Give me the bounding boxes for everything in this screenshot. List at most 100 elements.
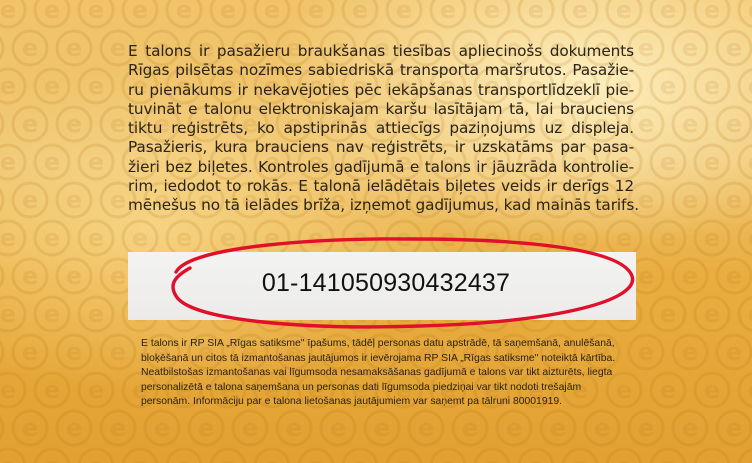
terms-line: tiktu reģistrēts, ko apstiprinās attiecī… <box>128 119 634 138</box>
ticket-terms-text: E talons ir pasažieru braukšanas tiesība… <box>128 42 639 216</box>
svg-text:e: e <box>22 186 38 214</box>
svg-text:e: e <box>682 414 698 442</box>
e-circle-pattern-icon: e <box>693 143 731 181</box>
svg-text:e: e <box>132 452 148 463</box>
e-circle-pattern-icon: e <box>77 371 115 409</box>
svg-text:e: e <box>44 148 60 176</box>
svg-text:e: e <box>748 72 752 100</box>
ticket-fine-print: E talons ir RP SIA „Rīgas satiksme" īpaš… <box>141 337 646 410</box>
e-circle-pattern-icon: e <box>561 447 599 463</box>
e-circle-pattern-icon: e <box>715 333 752 371</box>
e-circle-pattern-icon: e <box>297 219 335 257</box>
e-circle-pattern-icon: e <box>473 0 511 29</box>
svg-text:e: e <box>264 452 280 463</box>
svg-text:e: e <box>66 186 82 214</box>
svg-text:e: e <box>682 34 698 62</box>
svg-text:e: e <box>660 300 676 328</box>
fine-print-line: Neatbilstošas izmantošanas vai līgumsoda… <box>141 367 613 379</box>
svg-text:e: e <box>22 34 38 62</box>
svg-text:e: e <box>66 262 82 290</box>
e-circle-pattern-icon: e <box>385 0 423 29</box>
svg-text:e: e <box>44 376 60 404</box>
terms-line: mēnešus no tā ielādes brīža, izņemot gad… <box>128 196 639 215</box>
svg-text:e: e <box>374 414 390 442</box>
svg-text:e: e <box>176 452 192 463</box>
e-circle-pattern-icon: e <box>517 219 555 257</box>
e-circle-pattern-icon: e <box>297 447 335 463</box>
e-circle-pattern-icon: e <box>55 257 93 295</box>
svg-text:e: e <box>44 452 60 463</box>
svg-text:e: e <box>110 110 126 138</box>
svg-text:e: e <box>638 262 654 290</box>
terms-line: tuvināt e talonu elektroniskajam karšu l… <box>128 99 634 118</box>
svg-text:e: e <box>66 34 82 62</box>
e-circle-pattern-icon: e <box>253 219 291 257</box>
svg-text:e: e <box>704 452 720 463</box>
svg-text:e: e <box>308 0 324 24</box>
svg-text:e: e <box>264 0 280 24</box>
e-circle-pattern-icon: e <box>715 105 752 143</box>
svg-text:e: e <box>110 186 126 214</box>
svg-text:e: e <box>220 224 236 252</box>
e-circle-pattern-icon: e <box>11 105 49 143</box>
e-circle-pattern-icon: e <box>473 447 511 463</box>
svg-text:e: e <box>22 262 38 290</box>
svg-text:e: e <box>748 376 752 404</box>
terms-line: Pasažieris, kura brauciens nav reģistrēt… <box>128 138 634 157</box>
e-circle-pattern-icon: e <box>649 67 687 105</box>
e-circle-pattern-icon: e <box>0 219 27 257</box>
svg-text:e: e <box>572 452 588 463</box>
e-circle-pattern-icon: e <box>649 447 687 463</box>
svg-text:e: e <box>660 224 676 252</box>
svg-text:e: e <box>22 338 38 366</box>
e-circle-pattern-icon: e <box>341 219 379 257</box>
e-circle-pattern-icon: e <box>33 219 71 257</box>
e-circle-pattern-icon: e <box>605 0 643 29</box>
terms-line: žieri bez biļetes. Kontroles gadījumā e … <box>128 157 634 176</box>
svg-text:e: e <box>660 0 676 24</box>
svg-text:e: e <box>308 224 324 252</box>
e-circle-pattern-icon: e <box>429 447 467 463</box>
svg-text:e: e <box>528 224 544 252</box>
e-circle-pattern-icon: e <box>429 0 467 29</box>
e-circle-pattern-icon: e <box>0 67 27 105</box>
svg-text:e: e <box>88 0 104 24</box>
e-circle-pattern-icon: e <box>649 295 687 333</box>
svg-text:e: e <box>484 0 500 24</box>
svg-text:e: e <box>704 148 720 176</box>
svg-text:e: e <box>220 452 236 463</box>
e-circle-pattern-icon: e <box>11 257 49 295</box>
e-circle-pattern-icon: e <box>77 295 115 333</box>
e-circle-pattern-icon: e <box>165 219 203 257</box>
e-circle-pattern-icon: e <box>33 295 71 333</box>
svg-text:e: e <box>638 414 654 442</box>
svg-text:e: e <box>0 452 16 463</box>
svg-text:e: e <box>726 338 742 366</box>
e-circle-pattern-icon: e <box>121 447 159 463</box>
terms-line: E talons ir pasažieru braukšanas tiesība… <box>128 42 634 60</box>
e-circle-pattern-icon: e <box>0 263 5 289</box>
e-circle-pattern-icon: e <box>671 181 709 219</box>
e-circle-pattern-icon: e <box>715 181 752 219</box>
e-circle-pattern-icon: e <box>11 333 49 371</box>
svg-text:e: e <box>154 414 170 442</box>
svg-text:e: e <box>484 224 500 252</box>
e-circle-pattern-icon: e <box>341 447 379 463</box>
svg-text:e: e <box>748 224 752 252</box>
svg-text:e: e <box>66 338 82 366</box>
e-circle-pattern-icon: e <box>121 219 159 257</box>
e-circle-pattern-icon: e <box>693 67 731 105</box>
e-circle-pattern-icon: e <box>11 409 49 447</box>
svg-text:e: e <box>748 148 752 176</box>
e-circle-pattern-icon: e <box>33 371 71 409</box>
e-circle-pattern-icon: e <box>715 29 752 67</box>
svg-text:e: e <box>0 148 16 176</box>
svg-text:e: e <box>528 452 544 463</box>
terms-line: ru pienākums ir nekavējoties pēc iekāpša… <box>128 80 634 99</box>
svg-text:e: e <box>748 452 752 463</box>
e-circle-pattern-icon: e <box>605 447 643 463</box>
e-circle-pattern-icon: e <box>33 67 71 105</box>
svg-text:e: e <box>396 0 412 24</box>
e-circle-pattern-icon: e <box>671 409 709 447</box>
svg-text:e: e <box>506 414 522 442</box>
